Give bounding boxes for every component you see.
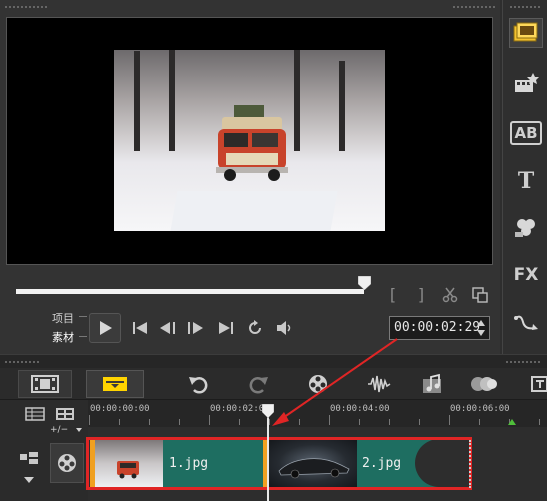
graphics-button[interactable] [509, 212, 543, 242]
end-trim-marker[interactable] [469, 440, 473, 488]
next-frame-icon [188, 322, 203, 334]
track-controls-header: +/− [0, 400, 88, 437]
redo-button[interactable] [247, 370, 271, 398]
scissors-icon [442, 287, 458, 303]
redo-icon [249, 377, 268, 394]
ruler-label-2s: 00:00:02:00 [210, 404, 270, 414]
text-button[interactable]: T [509, 166, 543, 196]
timecode-field[interactable]: 00:00:02:29 [389, 316, 490, 340]
instant-project-button[interactable] [509, 68, 543, 98]
music-note-icon [423, 373, 441, 393]
timeline-toolbar [0, 368, 547, 400]
track-ripple-button[interactable] [18, 449, 40, 467]
auto-music-button[interactable] [420, 370, 446, 398]
storyboard-view-button[interactable] [18, 370, 72, 398]
speaker-icon [277, 321, 291, 335]
track-manager-button[interactable] [54, 407, 76, 421]
preview-panel: [ ] 项目 素材 00:00:02:29 [0, 0, 500, 354]
graphics-icon [515, 219, 535, 237]
next-frame-button[interactable] [186, 318, 206, 338]
show-all-tracks-button[interactable] [24, 407, 46, 421]
clip-selection-highlight [86, 437, 472, 490]
tracks-icon [25, 407, 45, 421]
filter-button[interactable]: FX [509, 260, 543, 290]
mode-clip-label[interactable]: 素材 [52, 329, 74, 345]
scrub-handle[interactable] [358, 276, 371, 290]
project-end-marker [508, 419, 516, 425]
skip-start-icon [133, 322, 147, 334]
filter-icon: FX [513, 265, 539, 285]
video-track-toggle[interactable] [50, 443, 84, 483]
play-icon [100, 321, 112, 335]
scrub-bar[interactable] [16, 289, 364, 294]
video-editor-window: [ ] 项目 素材 00:00:02:29 AB T FX +/− 00:00:… [0, 0, 547, 501]
film-reel-icon [309, 375, 327, 393]
timeline-ruler[interactable]: 00:00:00:00 00:00:02:00 00:00:04:00 00:0… [88, 400, 547, 427]
ripple-edit-icon [20, 452, 38, 464]
path-icon [514, 315, 538, 330]
path-button[interactable] [509, 308, 543, 338]
undo-button[interactable] [186, 370, 210, 398]
zoom-control-label[interactable]: +/− [50, 425, 68, 435]
playhead-handle[interactable] [262, 404, 274, 418]
go-to-end-button[interactable] [216, 318, 236, 338]
toolbar-grip[interactable] [509, 5, 541, 9]
undo-icon [189, 377, 208, 394]
resize-icon [472, 287, 488, 303]
resize-preview-button[interactable] [470, 285, 490, 305]
repeat-button[interactable] [245, 318, 265, 338]
repeat-icon [249, 320, 261, 334]
previous-frame-icon [160, 322, 175, 334]
subtitle-editor-button[interactable] [530, 370, 547, 398]
volume-button[interactable] [274, 318, 296, 338]
previous-frame-button[interactable] [158, 318, 178, 338]
cut-clip-button[interactable] [440, 285, 460, 305]
panel-grip-right[interactable] [452, 5, 496, 9]
sound-mixer-button[interactable] [366, 370, 392, 398]
preview-image [114, 50, 385, 231]
film-strip-icon [31, 375, 59, 393]
title-icon: AB [510, 121, 542, 145]
panel-grip[interactable] [4, 5, 48, 9]
ruler-label-0: 00:00:00:00 [90, 404, 150, 414]
film-reel-icon [58, 454, 76, 472]
record-capture-button[interactable] [306, 370, 330, 398]
mark-in-button[interactable]: [ [386, 285, 400, 304]
title-button[interactable]: AB [509, 118, 543, 148]
go-to-start-button[interactable] [130, 318, 150, 338]
circles-icon [471, 377, 497, 391]
panel-divider[interactable] [0, 354, 547, 368]
mark-out-button[interactable]: ] [414, 285, 428, 304]
timecode-value: 00:00:02:29 [394, 320, 481, 335]
video-track-header [0, 437, 88, 501]
track-manager-icon [56, 408, 74, 420]
media-library-button[interactable] [509, 18, 543, 48]
play-button[interactable] [89, 313, 121, 343]
track-expand-icon[interactable] [24, 477, 34, 483]
zoom-dropdown-icon[interactable] [76, 428, 82, 432]
audio-wave-icon [368, 375, 391, 393]
skip-end-icon [219, 322, 233, 334]
motion-tracking-button[interactable] [470, 370, 498, 398]
instant-project-icon [515, 73, 539, 92]
text-icon: T [517, 168, 535, 194]
library-toolbar: AB T FX [502, 0, 547, 354]
media-library-icon [513, 22, 538, 42]
subtitle-icon [530, 376, 547, 392]
timeline-view-icon [103, 377, 127, 391]
ruler-label-4s: 00:00:04:00 [330, 404, 390, 414]
mode-project-label[interactable]: 项目 [52, 310, 74, 326]
timeline-view-button[interactable] [86, 370, 144, 398]
ruler-label-6s: 00:00:06:00 [450, 404, 510, 414]
timeline-playhead[interactable] [267, 405, 269, 501]
timecode-spinner-icon[interactable] [476, 319, 486, 337]
